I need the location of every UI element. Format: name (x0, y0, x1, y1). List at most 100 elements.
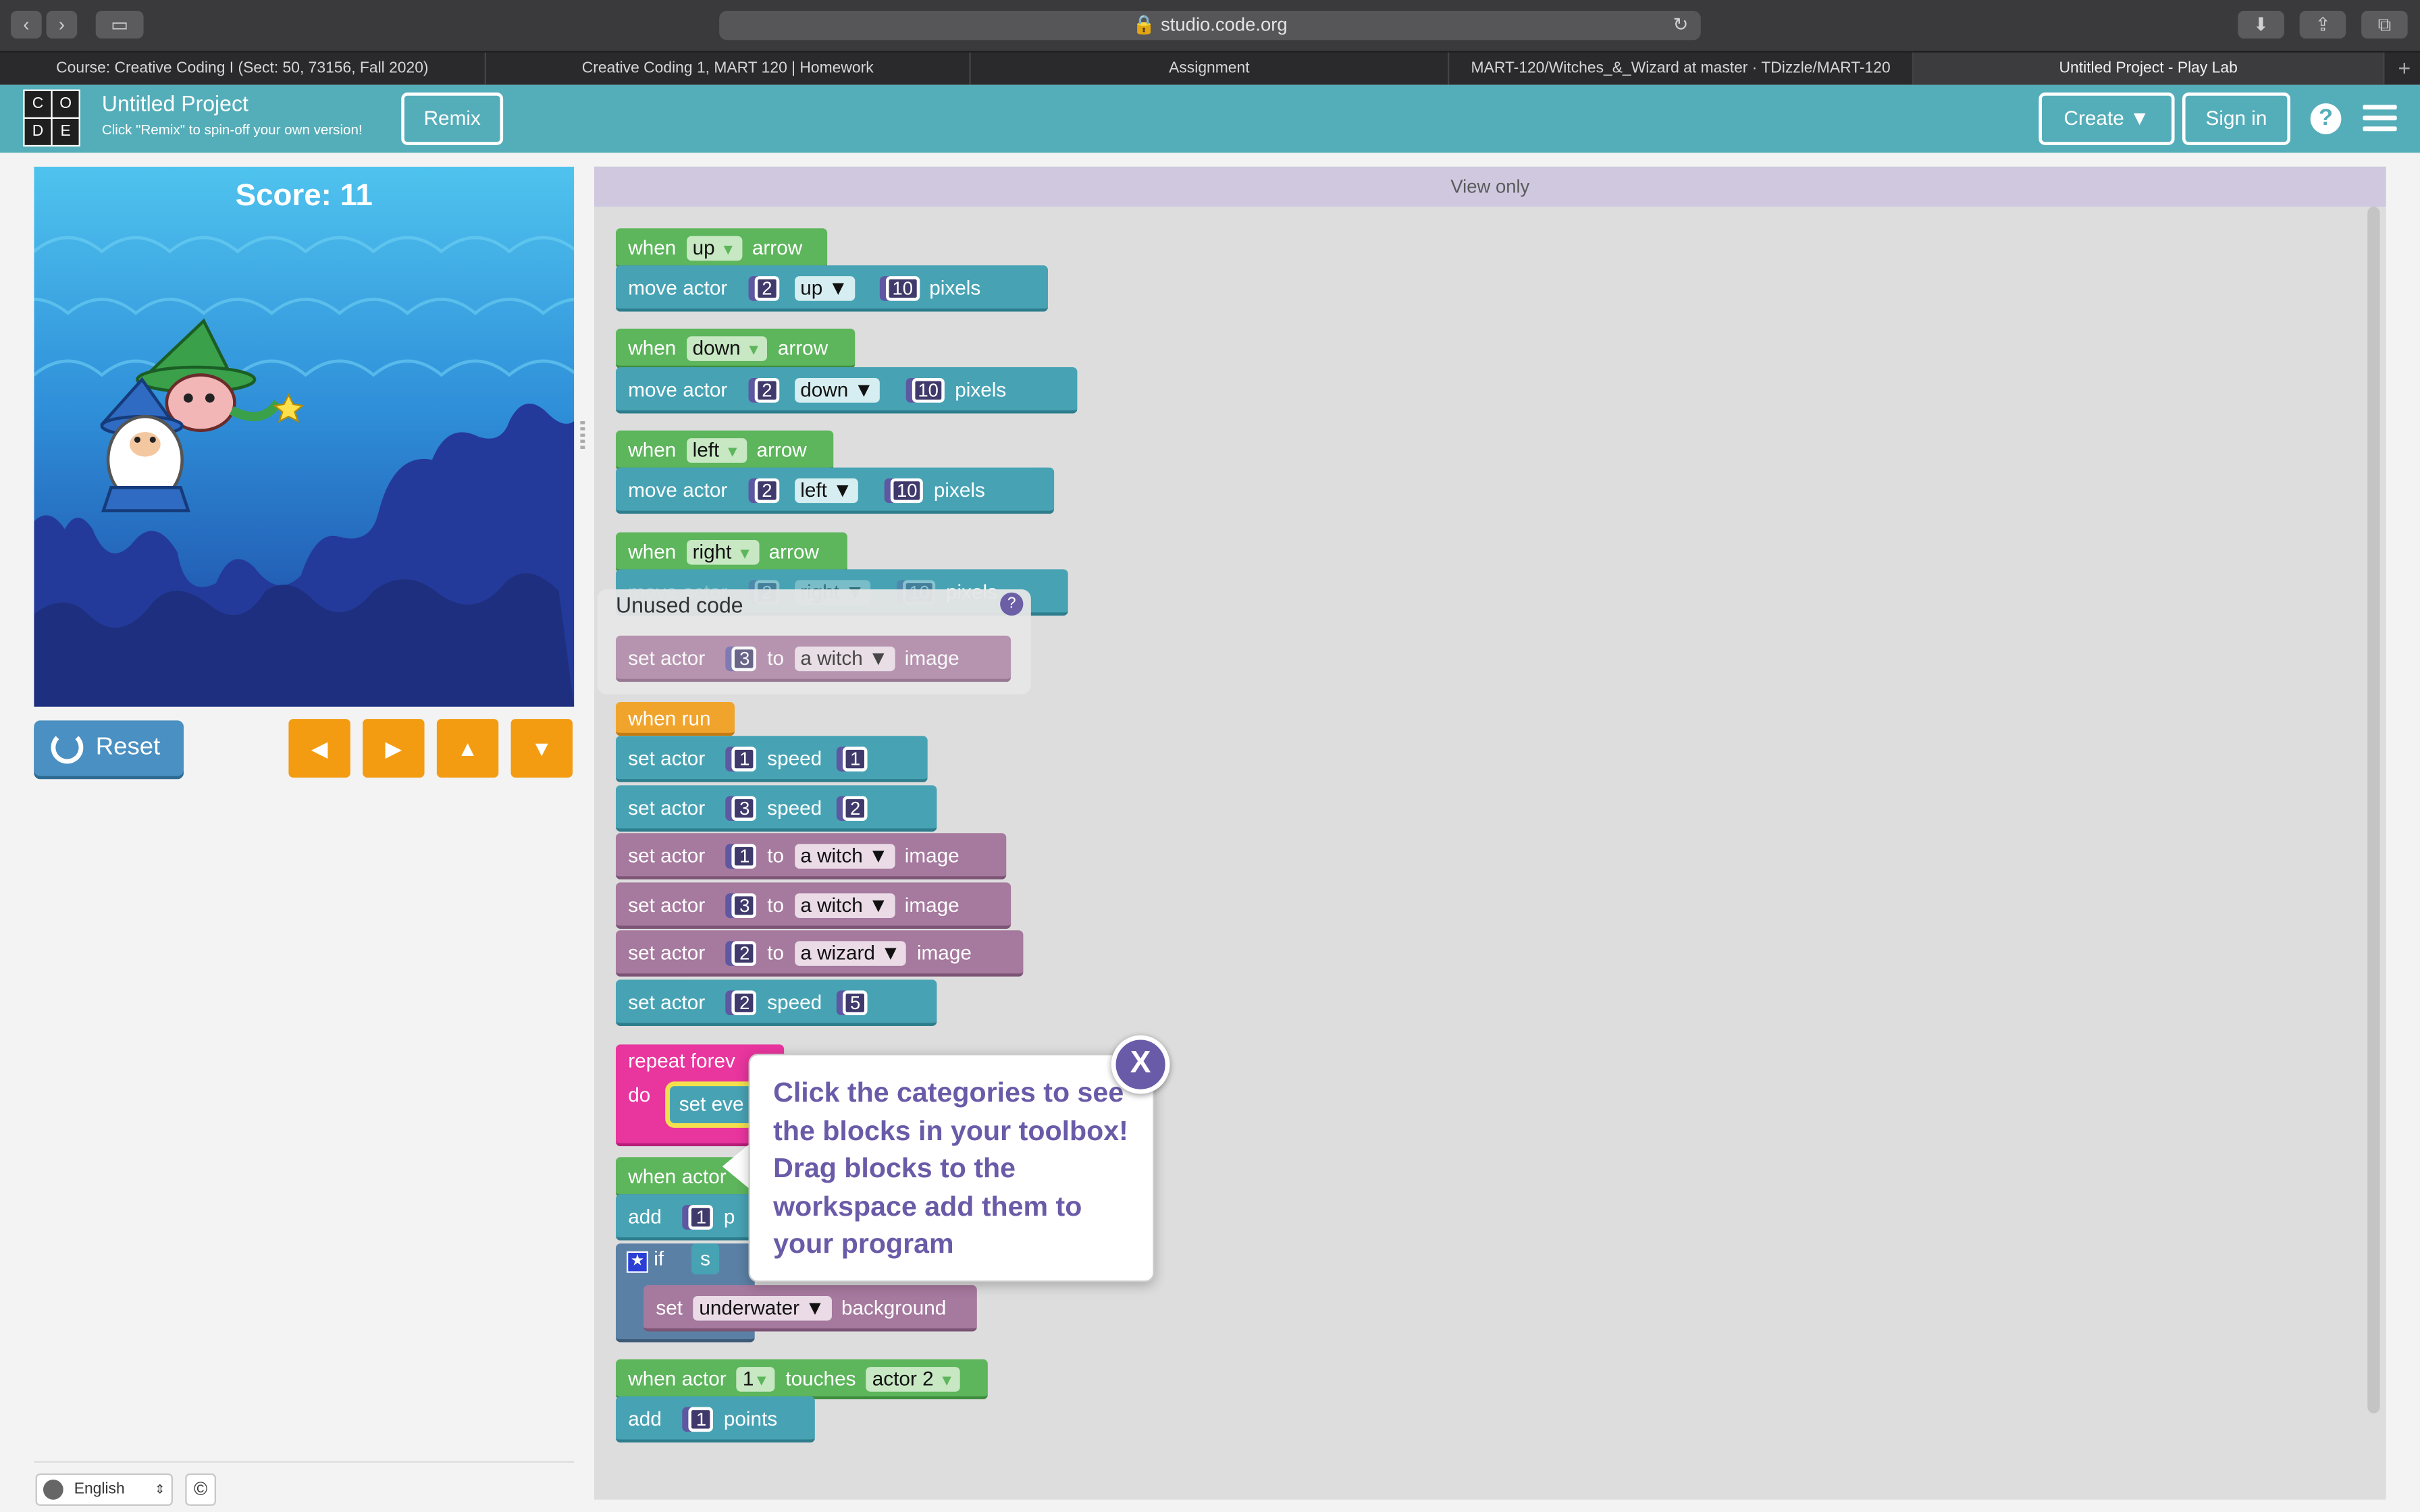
tab-github[interactable]: MART-120/Witches_&_Wizard at master · TD… (1449, 52, 1914, 85)
background-dropdown[interactable]: underwater ▼ (693, 1295, 831, 1321)
direction-dropdown[interactable]: up ▼ (794, 276, 855, 301)
when-right-arrow-block[interactable]: when right ▼ arrow (615, 532, 847, 572)
dropdown-value: up (800, 276, 823, 300)
image-dropdown[interactable]: a wizard ▼ (794, 941, 907, 966)
target-dropdown[interactable]: actor 2 ▼ (866, 1367, 961, 1392)
down-arrow-button[interactable]: ▼ (510, 719, 573, 778)
language-select[interactable]: English ⇕ (35, 1473, 173, 1506)
panel-resize-handle[interactable] (580, 421, 585, 450)
distance-number[interactable]: 10 (912, 377, 945, 403)
direction-dropdown[interactable]: down ▼ (794, 377, 880, 403)
dropdown-arrow-icon: ▼ (939, 1373, 955, 1390)
actor-number[interactable]: 2 (754, 478, 780, 504)
set-actor-1-speed-block[interactable]: set actor 1 speed 1 (615, 736, 928, 782)
actor-number[interactable]: 3 (732, 646, 758, 672)
reload-icon[interactable]: ↻ (1673, 11, 1689, 40)
block-text: set actor (628, 844, 706, 867)
block-text: move actor (628, 276, 728, 300)
block-text: speed (767, 796, 822, 819)
when-actor-touches-block[interactable]: when actor 1▼ touches actor 2 ▼ (615, 1359, 988, 1400)
distance-number[interactable]: 10 (886, 276, 920, 301)
when-up-arrow-block[interactable]: when up ▼ arrow (615, 228, 828, 269)
remix-button[interactable]: Remix (401, 92, 504, 145)
tab-assignment[interactable]: Assignment (971, 52, 1450, 85)
help-icon[interactable]: ? (2310, 103, 2342, 134)
browser-toolbar: ‹ › ▭ 🔒 studio.code.org ↻ ⬇ ⇪ ⧉ (0, 0, 2420, 51)
when-down-arrow-block[interactable]: when down ▼ arrow (615, 328, 856, 369)
actor-number[interactable]: 1 (732, 844, 758, 869)
copyright-button[interactable]: © (185, 1473, 216, 1506)
close-tooltip-button[interactable]: X (1111, 1035, 1170, 1094)
up-arrow-button[interactable]: ▲ (436, 719, 499, 778)
move-actor-down-block[interactable]: move actor 2 down ▼ 10 pixels (615, 367, 1078, 414)
points-number[interactable]: 1 (689, 1407, 714, 1432)
block-text: pixels (955, 377, 1007, 402)
sidebar-icon[interactable]: ▭ (95, 10, 144, 39)
reset-label: Reset (95, 734, 161, 761)
forward-icon[interactable]: › (46, 10, 78, 39)
actor-number[interactable]: 3 (732, 796, 758, 821)
direction-dropdown[interactable]: right ▼ (686, 539, 759, 565)
block-text: when (628, 438, 677, 462)
distance-number[interactable]: 10 (890, 478, 924, 504)
workspace-scrollbar[interactable] (2367, 207, 2380, 1413)
tabs-overview-icon[interactable]: ⧉ (2361, 10, 2408, 39)
set-actor-2-image-block[interactable]: set actor 2 to a wizard ▼ image (615, 930, 1024, 977)
game-canvas[interactable] (34, 166, 575, 707)
actor-number[interactable]: 2 (754, 377, 780, 403)
share-icon[interactable]: ⇪ (2299, 10, 2346, 39)
move-actor-left-block[interactable]: move actor 2 left ▼ 10 pixels (615, 467, 1055, 514)
tab-play-lab[interactable]: Untitled Project - Play Lab (1914, 52, 2385, 85)
project-subtitle: Click "Remix" to spin-off your own versi… (101, 122, 363, 138)
add-1-points-block[interactable]: add 1 points (615, 1396, 815, 1443)
direction-dropdown[interactable]: left ▼ (686, 438, 747, 463)
direction-dropdown[interactable]: up ▼ (686, 236, 742, 261)
direction-dropdown[interactable]: left ▼ (794, 478, 859, 504)
tab-homework[interactable]: Creative Coding 1, MART 120 | Homework (486, 52, 971, 85)
dropdown-value: a witch (800, 893, 863, 917)
actor-number[interactable]: 3 (732, 893, 758, 918)
tab-course[interactable]: Course: Creative Coding I (Sect: 50, 731… (0, 52, 486, 85)
create-button[interactable]: Create ▼ (2038, 92, 2175, 145)
sign-in-button[interactable]: Sign in (2182, 92, 2290, 145)
right-arrow-button[interactable]: ▶ (363, 719, 425, 778)
image-dropdown[interactable]: a witch ▼ (794, 646, 895, 672)
condition-slot[interactable]: s (691, 1243, 720, 1274)
block-text: p (723, 1205, 735, 1228)
actor-number[interactable]: 2 (732, 941, 758, 966)
actor-dropdown[interactable]: 1▼ (736, 1367, 776, 1392)
set-background-block[interactable]: set underwater ▼ background (643, 1285, 977, 1332)
image-dropdown[interactable]: a witch ▼ (794, 844, 895, 869)
reset-button[interactable]: Reset (34, 720, 184, 776)
unused-help-icon[interactable]: ? (1000, 592, 1024, 616)
speed-number[interactable]: 2 (843, 796, 868, 821)
left-arrow-button[interactable]: ◀ (288, 719, 350, 778)
set-actor-3-image-block[interactable]: set actor 3 to a witch ▼ image (615, 882, 1011, 929)
unused-set-actor-image-block[interactable]: set actor 3 to a witch ▼ image (615, 635, 1011, 682)
when-left-arrow-block[interactable]: when left ▼ arrow (615, 430, 834, 471)
back-icon[interactable]: ‹ (10, 10, 42, 39)
block-text: pixels (929, 276, 981, 300)
block-text: if (654, 1246, 664, 1270)
points-number[interactable]: 1 (689, 1205, 714, 1230)
score-display: Score: 11 (235, 179, 373, 213)
set-actor-2-speed-block[interactable]: set actor 2 speed 5 (615, 979, 937, 1026)
hamburger-menu-icon[interactable] (2363, 105, 2397, 132)
when-run-block[interactable]: when run (615, 701, 735, 736)
address-bar[interactable]: 🔒 studio.code.org ↻ (719, 10, 1701, 40)
set-actor-3-speed-block[interactable]: set actor 3 speed 2 (615, 785, 937, 832)
dropdown-value: a witch (800, 844, 863, 867)
add-points-block[interactable]: add 1 p (615, 1194, 770, 1241)
set-actor-1-image-block[interactable]: set actor 1 to a witch ▼ image (615, 833, 1007, 880)
actor-number[interactable]: 1 (732, 747, 758, 772)
direction-dropdown[interactable]: down ▼ (686, 336, 768, 361)
actor-number[interactable]: 2 (732, 990, 758, 1015)
code-logo[interactable]: C O D E (23, 89, 80, 147)
new-tab-button[interactable]: + (2398, 53, 2411, 85)
download-icon[interactable]: ⬇ (2238, 10, 2284, 39)
actor-number[interactable]: 2 (754, 276, 780, 301)
image-dropdown[interactable]: a witch ▼ (794, 893, 895, 918)
move-actor-up-block[interactable]: move actor 2 up ▼ 10 pixels (615, 265, 1048, 312)
speed-number[interactable]: 5 (843, 990, 868, 1015)
speed-number[interactable]: 1 (843, 747, 868, 772)
